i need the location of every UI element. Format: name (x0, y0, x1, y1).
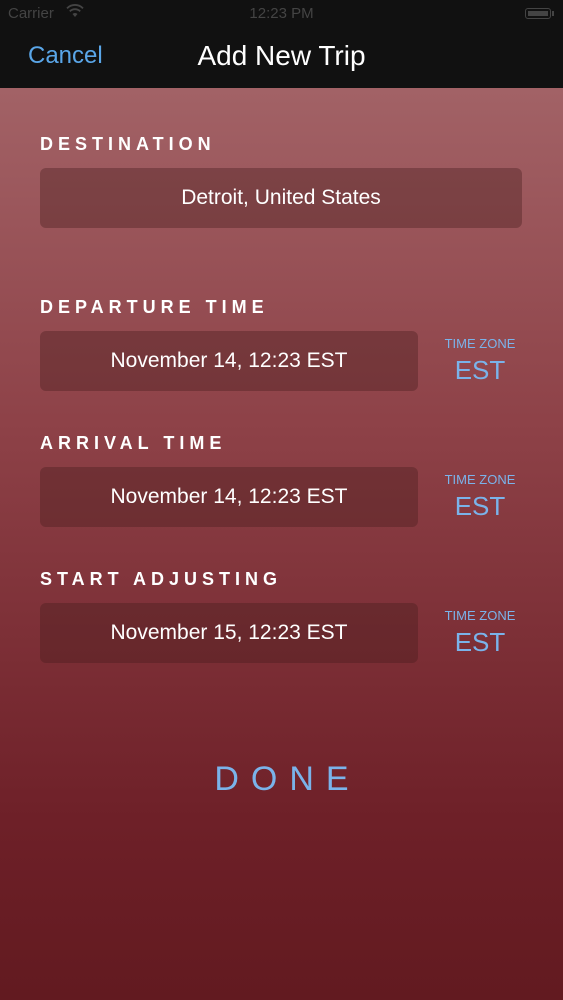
destination-label: DESTINATION (40, 134, 216, 154)
arrival-time-zone-label: TIME ZONE (444, 472, 516, 487)
status-time: 12:23 PM (249, 5, 314, 22)
navigation-bar: Carrier 12:23 PM Cancel Add New Trip (0, 0, 563, 88)
start-adjusting-time-zone-value[interactable]: EST (430, 627, 530, 658)
start-adjusting-time-zone[interactable]: TIME ZONE EST (430, 608, 530, 658)
departure-time-zone-value[interactable]: EST (430, 355, 530, 386)
arrival-time-label: ARRIVAL TIME (40, 433, 227, 453)
page-title: Add New Trip (197, 40, 366, 71)
start-adjusting-time-zone-label: TIME ZONE (444, 608, 516, 623)
departure-time-zone[interactable]: TIME ZONE EST (430, 336, 530, 386)
departure-time-field[interactable]: November 14, 12:23 EST (40, 331, 418, 391)
start-adjusting-label: START ADJUSTING (40, 569, 283, 589)
departure-time-label: DEPARTURE TIME (40, 297, 269, 317)
status-bar: Carrier 12:23 PM (0, 0, 563, 30)
arrival-time-zone[interactable]: TIME ZONE EST (430, 472, 530, 522)
start-adjusting-field[interactable]: November 15, 12:23 EST (40, 603, 418, 663)
destination-field[interactable]: Detroit, United States (40, 168, 522, 228)
done-button[interactable]: DONE (0, 760, 563, 799)
departure-time-zone-label: TIME ZONE (444, 336, 516, 351)
battery-icon (525, 8, 554, 19)
arrival-time-field[interactable]: November 14, 12:23 EST (40, 467, 418, 527)
arrival-time-zone-value[interactable]: EST (430, 491, 530, 522)
